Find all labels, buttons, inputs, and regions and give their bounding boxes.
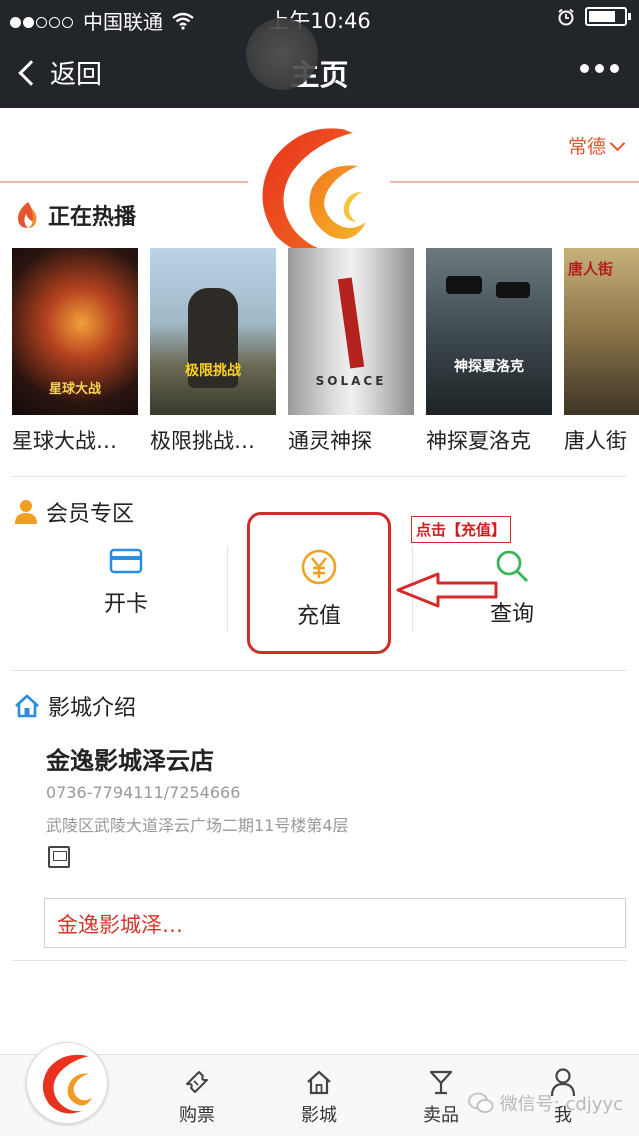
now-showing-title: 正在热播 [48, 205, 137, 230]
section-divider [12, 476, 627, 477]
header-divider-right [390, 181, 639, 183]
annotation-highlight [247, 512, 391, 654]
cinema-name: 金逸影城泽云店 [46, 747, 214, 775]
now-showing-header: 正在热播 [14, 199, 136, 231]
annotation-arrow-icon [396, 572, 498, 608]
store-select-button[interactable]: 金逸影城泽… [44, 898, 626, 948]
city-selector[interactable]: 常德 [567, 132, 626, 159]
home-icon [15, 694, 39, 718]
home-icon [307, 1070, 331, 1095]
movie-title: 星球大战… [12, 429, 117, 453]
movie-poster: 唐人街 [564, 248, 639, 415]
movie-poster: SOLACE [288, 248, 414, 415]
status-time: 上午10:46 [268, 9, 371, 33]
member-header: 会员专区 [14, 496, 134, 528]
tab-cinema-label: 影城 [301, 1105, 337, 1126]
movie-title: 唐人街 [564, 429, 627, 453]
wechat-watermark: 微信号: cdjyyc [467, 1090, 623, 1116]
page-title: 主页 [290, 58, 349, 92]
flame-icon [18, 202, 37, 228]
movie-card[interactable]: 唐人街 唐人街 [564, 248, 639, 455]
movie-carousel[interactable]: 星球大战 星球大战… 极限挑战 极限挑战… SOLACE 通灵神探 神探夏洛克 … [12, 248, 639, 463]
movie-title: 极限挑战… [150, 429, 255, 453]
movie-card[interactable]: 极限挑战 极限挑战… [150, 248, 276, 455]
tab-cinema[interactable]: 影城 [274, 1067, 364, 1127]
cocktail-icon [429, 1070, 453, 1095]
wechat-icon [467, 1092, 494, 1113]
tab-tickets-label: 购票 [179, 1105, 215, 1126]
cinema-intro-header: 影城介绍 [14, 690, 136, 722]
movie-card[interactable]: 星球大战 星球大战… [12, 248, 138, 455]
ticket-icon [186, 1071, 208, 1093]
home-logo-button[interactable] [26, 1042, 108, 1124]
movie-poster: 极限挑战 [150, 248, 276, 415]
movie-title: 通灵神探 [288, 429, 372, 453]
cinema-phone[interactable]: 0736-7794111/7254666 [46, 783, 240, 802]
member-title: 会员专区 [46, 502, 135, 527]
top-bar: 中国联通 上午10:46 返回 主页 [0, 0, 639, 108]
open-card-button[interactable]: 开卡 [66, 548, 186, 618]
open-card-label: 开卡 [103, 592, 148, 617]
cinema-intro-title: 影城介绍 [48, 696, 137, 721]
movie-poster: 神探夏洛克 [426, 248, 552, 415]
section-divider [12, 960, 627, 961]
assistive-touch-button[interactable] [246, 18, 318, 90]
nav-bar: 返回 主页 [0, 36, 639, 108]
header-divider-left [0, 181, 248, 183]
store-detail-icon[interactable] [48, 846, 70, 868]
alarm-icon [558, 8, 574, 25]
watermark-text: 微信号: cdjyyc [499, 1094, 623, 1115]
city-label: 常德 [567, 136, 606, 158]
annotation-label: 点击【充值】 [411, 516, 512, 543]
cinema-logo-icon [42, 1054, 92, 1114]
status-bar: 中国联通 上午10:46 [0, 0, 639, 36]
cinema-address: 武陵区武陵大道泽云广场二期11号楼第4层 [46, 816, 349, 835]
movie-poster: 星球大战 [12, 248, 138, 415]
cinema-logo [262, 122, 372, 256]
tab-tickets[interactable]: 购票 [152, 1067, 242, 1127]
card-icon [109, 548, 143, 574]
movie-card[interactable]: 神探夏洛克 神探夏洛克 [426, 248, 552, 455]
user-icon [15, 500, 37, 524]
section-divider [12, 670, 627, 671]
more-menu-button[interactable] [580, 64, 619, 73]
movie-title: 神探夏洛克 [426, 429, 531, 453]
battery-icon [585, 7, 631, 26]
chevron-down-icon [609, 135, 626, 151]
member-separator [227, 546, 228, 632]
movie-card[interactable]: SOLACE 通灵神探 [288, 248, 414, 455]
